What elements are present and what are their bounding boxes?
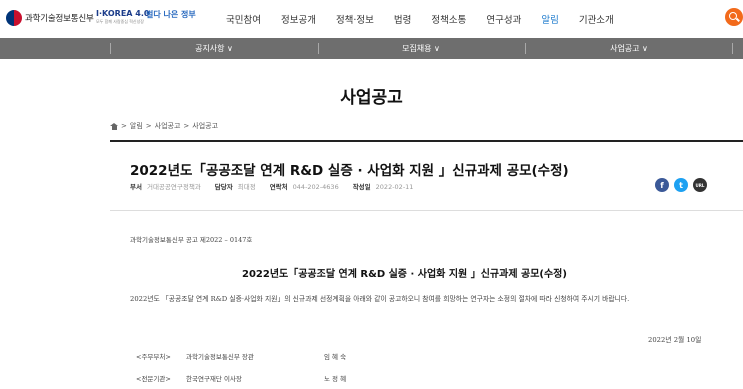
nav-item-research[interactable]: 연구성과 — [486, 12, 521, 26]
site-header: 과학기술정보통신부 I·KOREA 4.0 모두 함께 사람중심 혁신성장 벌다… — [0, 0, 743, 38]
nav-item-participation[interactable]: 국민참여 — [226, 12, 261, 26]
signer-org: 한국연구재단 이사장 — [186, 375, 242, 383]
announcement-paragraph: 2022년도 「공공조달 연계 R&D 실증·사업화 지원」의 신규과제 선정계… — [130, 295, 630, 303]
home-icon[interactable] — [110, 122, 118, 130]
subnav-item-recruit[interactable]: 모집채용 ∨ — [361, 43, 481, 54]
breadcrumb-item[interactable]: 사업공고 — [155, 121, 181, 131]
signer-role: <주무부처> — [136, 353, 171, 361]
nav-item-disclosure[interactable]: 정보공개 — [281, 12, 316, 26]
meta-label: 담당자 — [214, 183, 233, 191]
page-title: 사업공고 — [340, 88, 403, 108]
ikorea-label: I·KOREA 4.0 — [96, 9, 150, 18]
subnav-divider — [732, 43, 733, 54]
meta-value: 044-202-4636 — [292, 183, 339, 191]
breadcrumb-item[interactable]: 사업공고 — [192, 121, 218, 131]
nav-item-law[interactable]: 법령 — [394, 12, 411, 26]
breadcrumb-sep: > — [121, 122, 127, 130]
meta-date: 작성일 2022-02-11 — [353, 181, 414, 191]
ikorea-logo[interactable]: I·KOREA 4.0 모두 함께 사람중심 혁신성장 — [96, 9, 149, 25]
meta-value: 거대공공연구정책과 — [146, 183, 201, 191]
meta-label: 작성일 — [352, 183, 371, 191]
signer-name: 노 정 혜 — [324, 375, 347, 383]
meta-value: 2022-02-11 — [375, 183, 414, 191]
subnav-item-business[interactable]: 사업공고 ∨ — [569, 43, 689, 54]
ikorea-sub: 모두 함께 사람중심 혁신성장 — [96, 19, 144, 24]
facebook-share-icon[interactable]: f — [655, 178, 669, 192]
announcement-number: 과학기술정보통신부 공고 제2022 – 0147호 — [130, 236, 253, 244]
post-header-divider — [110, 210, 743, 211]
breadcrumb-sep: > — [145, 122, 152, 130]
global-nav: 국민참여 정보공개 정책·정보 법령 정책소통 연구성과 알림 기관소개 — [226, 12, 634, 26]
url-copy-icon[interactable]: URL — [693, 178, 707, 192]
breadcrumb-sep: > — [183, 122, 190, 130]
signer-org: 과학기술정보통신부 장관 — [186, 353, 254, 361]
content-top-divider — [110, 140, 743, 142]
post-title: 2022년도「공공조달 연계 R&D 실증 · 사업화 지원 」신규과제 공모(… — [130, 163, 569, 179]
breadcrumb-item[interactable]: 알림 — [130, 121, 143, 131]
twitter-share-icon[interactable]: t — [674, 178, 688, 192]
breadcrumb: > 알림 > 사업공고 > 사업공고 — [110, 121, 218, 131]
meta-manager: 담당자 최대정 — [215, 181, 256, 191]
meta-contact: 연락처 044-202-4636 — [270, 181, 339, 191]
subnav-item-notices[interactable]: 공지사항 ∨ — [154, 43, 274, 54]
announcement-title: 2022년도「공공조달 연계 R&D 실증 · 사업화 지원 」신규과제 공모(… — [242, 269, 567, 280]
nav-item-communication[interactable]: 정책소통 — [431, 12, 466, 26]
meta-department: 부서 거대공공연구정책과 — [130, 181, 201, 191]
ministry-logo-text[interactable]: 과학기술정보통신부 — [25, 12, 94, 24]
meta-label: 부서 — [130, 183, 142, 191]
nav-item-policy[interactable]: 정책·정보 — [336, 12, 374, 26]
search-icon[interactable] — [725, 8, 743, 26]
nav-item-about[interactable]: 기관소개 — [579, 12, 614, 26]
government-emblem-icon[interactable] — [6, 10, 22, 26]
subnav-divider — [110, 43, 111, 54]
sub-nav-bar: 공지사항 ∨ 모집채용 ∨ 사업공고 ∨ — [0, 38, 743, 59]
meta-value: 최대정 — [237, 183, 256, 191]
subnav-divider — [318, 43, 319, 54]
nav-item-notice[interactable]: 알림 — [541, 12, 558, 26]
post-meta: 부서 거대공공연구정책과 담당자 최대정 연락처 044-202-4636 작성일 20… — [130, 181, 413, 191]
signer-role: <전문기관> — [136, 375, 171, 383]
meta-label: 연락처 — [269, 183, 288, 191]
subnav-divider — [525, 43, 526, 54]
bada-logo[interactable]: 벌다 나은 정부 — [146, 9, 196, 20]
signer-name: 임 혜 숙 — [324, 353, 347, 361]
announcement-date: 2022년 2월 10일 — [648, 336, 702, 344]
